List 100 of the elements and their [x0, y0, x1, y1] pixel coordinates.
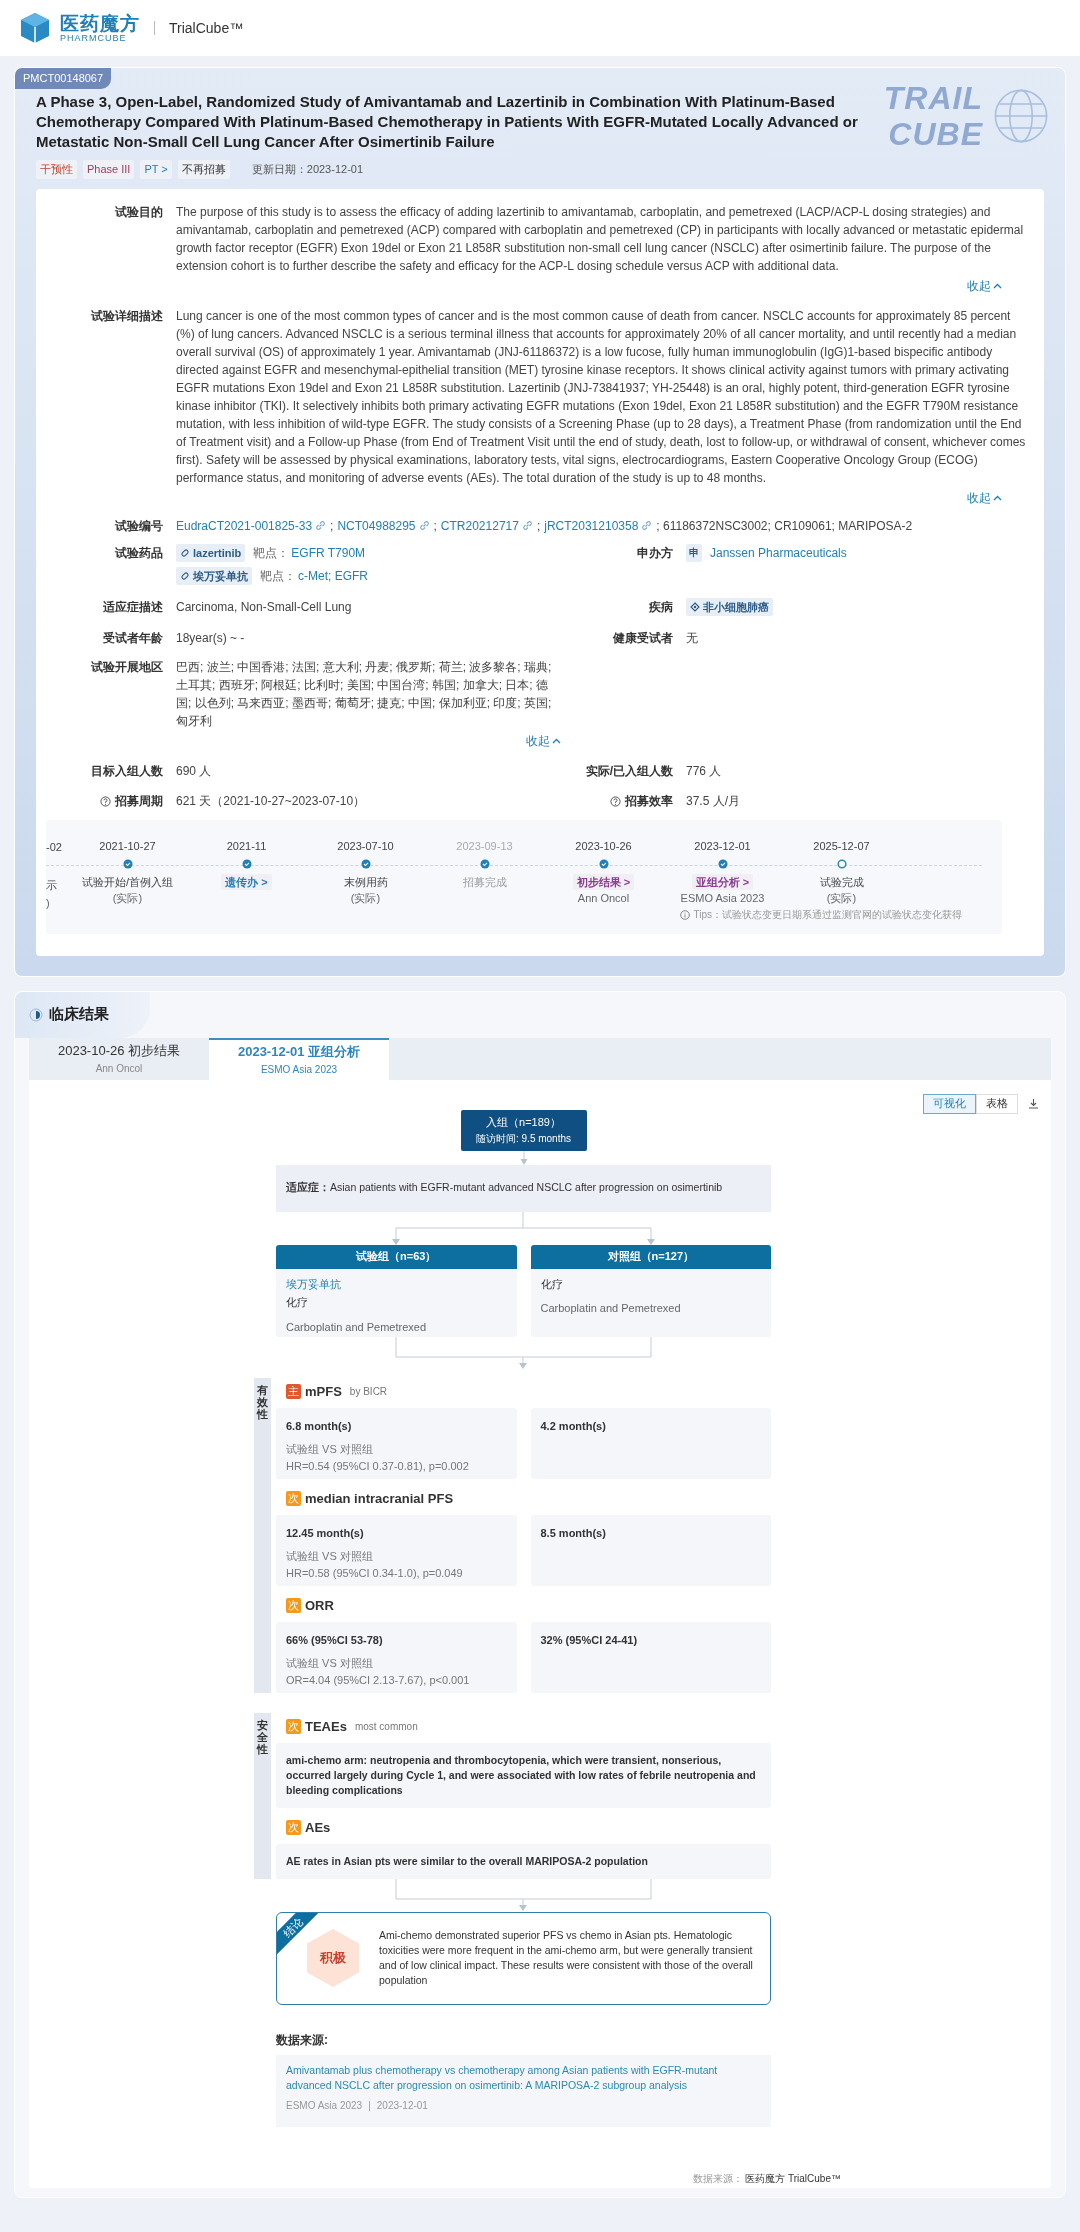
arm-header: 试验组（n=63） — [276, 1244, 517, 1269]
endpoint-name: mPFS — [305, 1382, 342, 1401]
collapse-link[interactable]: 收起 — [526, 731, 561, 750]
result-tab[interactable]: 2023-10-26 初步结果 Ann Oncol — [29, 1037, 209, 1080]
result-value: 66% (95%CI 53-78) — [286, 1632, 384, 1648]
field-text: The purpose of this study is to assess the efficacy of adding lazertinib to amivantamab, carboplatin, and pemetrexed (LACP/ACP-L dosing strategies) and amivantamab, carboplatin and pemetrexed (ACP) compared with carboplatin and pemetrexed (CP) in participants with locally advanced or metastatic epidermal growth factor receptor (EGFR) Exon 19del or Exon 21 L858R substitution non-small cell lung cancer (NSCLC) after osimertinib failure. The purpose of the extension cohort is to further describe the safety and efficacy for the ACP-L dosing schedule versus ACP with additional data. — [176, 203, 1025, 275]
trial-tag[interactable]: PT > — [140, 160, 172, 179]
registry-link[interactable]: CTR20212717 — [440, 516, 533, 535]
endpoint-badge: 次 — [286, 1491, 301, 1506]
arm-text: 化疗 — [286, 1295, 309, 1310]
field-value: 621 天（2021-10-27~2023-07-10） — [176, 792, 366, 810]
section-label: 安全性 — [254, 1712, 271, 1879]
registry-link[interactable]: jRCT2031210358 — [544, 516, 653, 535]
field-value: 无 — [686, 629, 698, 647]
endpoint-name: median intracranial PFS — [305, 1489, 454, 1508]
timeline-sublabel: Ann Oncol — [577, 890, 630, 906]
collapse-link[interactable]: 收起 — [967, 276, 1002, 295]
check-dot-icon — [122, 858, 133, 869]
field-label: 申办方 — [637, 544, 673, 562]
endpoint-badge: 主 — [286, 1384, 301, 1399]
trial-tag: 不再招募 — [177, 160, 230, 179]
source-link[interactable]: Amivantamab plus chemotherapy vs chemotherapy among Asian patients with EGFR-mutant advanced NSCLC after progression on osimertinib: A MARIPOSA-2 subgroup analysis — [286, 2062, 761, 2093]
brand-subtitle: PHARMCUBE — [60, 33, 127, 43]
registry-link[interactable]: NCT04988295 — [337, 516, 430, 535]
source-date: 2023-12-01 — [376, 2098, 428, 2113]
followup-text: 随访时间: 9.5 months — [476, 1131, 571, 1146]
target-link[interactable]: c-Met; EGFR — [298, 566, 368, 585]
timeline-date: 2023-10-26 — [575, 838, 632, 854]
help-icon — [610, 795, 621, 807]
timeline-sublabel: (实际) — [826, 890, 857, 906]
timeline-date: 2025-12-07 — [813, 838, 870, 854]
check-dot-icon — [479, 858, 490, 869]
result-value: 6.8 month(s) — [286, 1418, 353, 1434]
field-label: 目标入组人数 — [91, 762, 163, 780]
arm-text: Carboplatin and Pemetrexed — [286, 1319, 428, 1335]
link-icon — [418, 520, 430, 531]
field-value: 18year(s) ~ - — [176, 629, 245, 647]
banner-art-text: CUBE — [888, 118, 983, 150]
field-label: 招募周期 — [115, 792, 163, 810]
id-text: ; 61186372NSC3002; CR109061; MARIPOSA-2 — [656, 517, 913, 535]
field-label: 受试者年龄 — [103, 629, 163, 647]
hollow-dot-icon — [836, 858, 847, 869]
collapse-link[interactable]: 收起 — [967, 488, 1002, 507]
indication-box: 适应症：Asian patients with EGFR-mutant advanced NSCLC after progression on osimertinib — [276, 1164, 771, 1212]
sponsor-link[interactable]: Janssen Pharmaceuticals — [710, 543, 847, 562]
check-dot-icon — [598, 858, 609, 869]
result-tab[interactable]: 2023-12-01 亚组分析 ESMO Asia 2023 — [209, 1037, 389, 1080]
statistic-text: HR=0.54 (95%CI 0.37-0.81), p=0.002 — [286, 1458, 470, 1474]
conclusion-text: Ami-chemo demonstrated superior PFS vs chemo in Asian pts. Hematologic toxicities were more frequent in the ami-chemo arm, but were generally transient and of low clinical impact. These results were consistent with those of the overall population — [379, 1928, 754, 1988]
source-label: 数据来源: — [276, 2031, 329, 2049]
result-text: AE rates in Asian pts were similar to the overall MARIPOSA-2 population — [286, 1853, 649, 1869]
download-button[interactable] — [1028, 1098, 1039, 1109]
pill-icon — [180, 570, 190, 581]
field-value: 776 人 — [686, 762, 722, 780]
drug-tag[interactable]: lazertinib — [176, 543, 246, 562]
field-label: 健康受试者 — [613, 629, 673, 647]
endpoint-note: most common — [354, 1720, 418, 1734]
view-toggle[interactable]: 表格 — [976, 1093, 1018, 1114]
timeline-sublabel: ) — [46, 895, 50, 911]
view-toggle[interactable]: 可视化 — [923, 1093, 976, 1114]
field-label: 试验详细描述 — [91, 307, 163, 325]
trial-title: A Phase 3, Open-Label, Randomized Study of Amivantamab and Lazertinib in Combination With Platinum-Based Chemotherapy Compared With Platinum-Based Chemotherapy in Patients With EGFR-Mutated Locally Advanced or Metastatic Non-Small Cell Lung Cancer After Osimertinib Failure — [36, 92, 859, 152]
field-value: 690 人 — [176, 762, 212, 780]
timeline-tag[interactable]: 初步结果 > — [572, 873, 635, 890]
download-icon — [1028, 1098, 1039, 1109]
drug-tag[interactable]: 埃万妥单抗 — [176, 566, 252, 585]
help-icon — [100, 795, 111, 807]
endpoint-badge: 次 — [286, 1820, 301, 1835]
registry-link[interactable]: EudraCT2021-001825-33 — [176, 516, 327, 535]
result-value: 32% (95%CI 24-41) — [540, 1632, 639, 1648]
endpoint-name: AEs — [305, 1818, 331, 1837]
field-label: 招募效率 — [625, 792, 673, 810]
field-label: 试验开展地区 — [91, 658, 163, 676]
timeline-sublabel: (实际) — [112, 890, 143, 906]
arm-text: 化疗 — [540, 1276, 564, 1292]
link-icon — [641, 520, 653, 531]
footer-label: 数据来源： — [693, 2171, 744, 2186]
timeline-tag[interactable]: 遗传办 > — [221, 873, 272, 890]
timeline-tag[interactable]: 亚组分析 > — [691, 873, 754, 890]
disease-tag[interactable]: 非小细胞肺癌 — [686, 597, 773, 616]
comparison-text: 试验组 VS 对照组 — [286, 1442, 374, 1457]
result-value: 12.45 month(s) — [286, 1525, 365, 1541]
trial-id-badge: PMCT00148067 — [15, 68, 112, 89]
arm-text: Carboplatin and Pemetrexed — [540, 1301, 682, 1316]
id-text: ; — [330, 517, 334, 535]
timeline-date: 2023-12-01 — [694, 838, 751, 854]
arm-header: 对照组（n=127） — [530, 1244, 771, 1269]
field-value: Carcinoma, Non-Small-Cell Lung — [176, 598, 352, 616]
separator-text: | — [368, 2098, 371, 2113]
endpoint-name: TEAEs — [305, 1717, 347, 1736]
drug-link[interactable]: 埃万妥单抗 — [286, 1275, 341, 1292]
field-label: 适应症描述 — [103, 598, 163, 616]
check-dot-icon — [717, 858, 728, 869]
target-link[interactable]: EGFR T790M — [291, 543, 366, 562]
timeline-label: 试验完成 — [819, 874, 864, 890]
timeline-label: 示 — [46, 877, 57, 893]
timeline-date: 2021-10-27 — [99, 838, 156, 854]
section-header: 临床结果 — [15, 991, 150, 1038]
timeline-sublabel: ESMO Asia 2023 — [680, 890, 765, 906]
endpoint-note: by BICR — [349, 1385, 388, 1399]
